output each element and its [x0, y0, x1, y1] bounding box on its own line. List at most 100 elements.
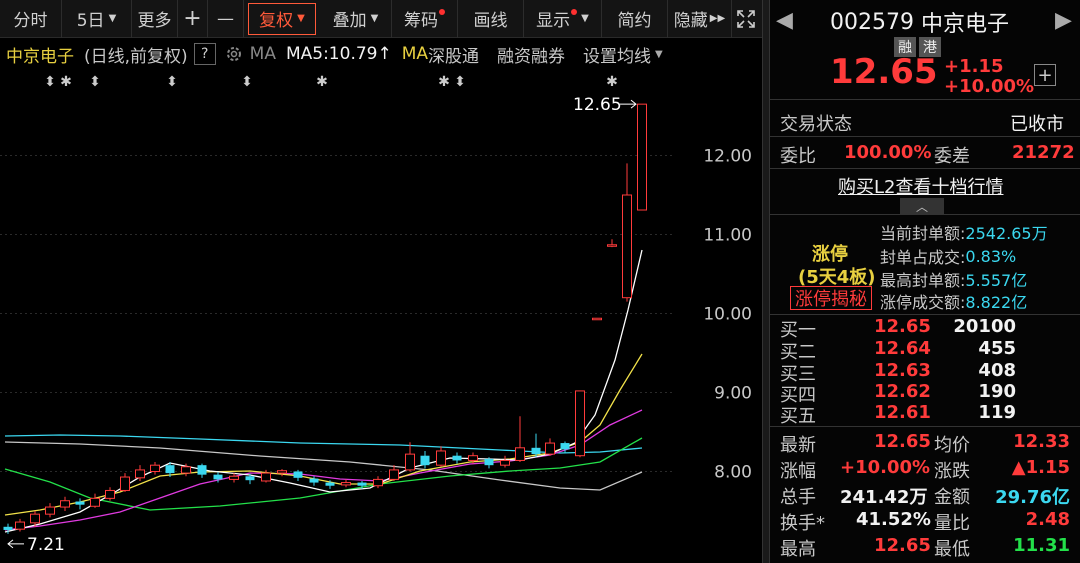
kline-chart[interactable]: ⬍ ✱ ⬍ ⬍ ⬍ ✱ ✱ ⬍ ✱ 12.00 11.00 10.00 9.00 8.00 12.65 7… [0, 70, 762, 563]
candle-body [405, 453, 415, 471]
low-price-label: 7.21 [27, 535, 65, 555]
more-button[interactable]: 更多 [132, 0, 178, 38]
help-button[interactable]: ? [193, 43, 216, 65]
order-diff-value: 21272 [1012, 142, 1075, 163]
candle-body [181, 466, 191, 474]
event-marker-icon: ⬍ [454, 74, 466, 90]
minus-icon: — [217, 8, 234, 29]
overlay-button[interactable]: 叠加 ▼ [320, 0, 392, 38]
stat-value: 12.65 [874, 535, 931, 556]
ma5-line [4, 249, 643, 533]
bid-price: 12.61 [874, 402, 931, 423]
candle-body [293, 471, 303, 478]
chips-label: 筹码 [404, 11, 438, 31]
draw-line-label: 画线 [473, 11, 508, 31]
candle-body [592, 317, 602, 321]
event-marker-icon: ✱ [606, 74, 618, 90]
plus-icon: + [1037, 64, 1053, 86]
limit-line-value: 2542.65万 [965, 224, 1048, 243]
candle-body [261, 472, 271, 482]
divider [770, 168, 1080, 169]
tab-intraday-label: 分时 [13, 11, 48, 31]
ma20-line [4, 409, 643, 531]
chips-button[interactable]: 筹码 [392, 0, 458, 38]
order-ratio-label: 委比 [780, 146, 816, 167]
display-button[interactable]: 显示 ▼ [524, 0, 602, 38]
northbound-label[interactable]: 深股通 [428, 42, 479, 67]
change-value: +1.15 [944, 56, 1004, 77]
limit-line-label: 当前封单额: [880, 224, 966, 243]
add-watchlist-button[interactable]: + [1034, 64, 1056, 86]
zoom-in-button[interactable]: + [178, 0, 208, 38]
limit-up-reveal-button[interactable]: 涨停揭秘 [790, 286, 872, 310]
panel-divider[interactable] [762, 0, 770, 563]
bid-price: 12.63 [874, 360, 931, 381]
bid-volume: 408 [978, 360, 1016, 381]
candle-body [325, 482, 335, 486]
candle-body [420, 455, 430, 466]
candle-body [213, 474, 223, 480]
stock-title: 中京电子 [920, 12, 1009, 37]
limit-line-label: 封单占成交: [880, 248, 966, 267]
tab-intraday[interactable]: 分时 [0, 0, 62, 38]
help-icon: ? [200, 46, 209, 62]
candle-body [135, 469, 145, 479]
hide-button[interactable]: 隐藏 ▶▶ [668, 0, 732, 38]
candle-body [245, 476, 255, 481]
candle-body [60, 500, 70, 508]
quote-panel: ◀ ▶ 002579 中京电子 融 港 12.65 +1.15 +10.00% … [770, 0, 1080, 563]
arrow-right-icon [620, 99, 637, 109]
y-tick-label: 8.00 [714, 463, 752, 483]
divider [770, 214, 1080, 215]
simple-label: 简约 [617, 11, 652, 31]
display-label: 显示 [536, 11, 571, 31]
tab-5day[interactable]: 5日 ▼ [62, 0, 132, 38]
bid-volume: 20100 [953, 316, 1016, 337]
buy-l2-link[interactable]: 购买L2查看十档行情 [838, 173, 1003, 199]
fullscreen-button[interactable] [732, 0, 760, 38]
double-chevron-right-icon: ▶▶ [709, 13, 726, 24]
stock-code: 002579 [830, 9, 914, 35]
restore-rights-button[interactable]: 复权 ▼ [248, 2, 316, 35]
set-ma-button[interactable]: 设置均线 [583, 42, 651, 67]
candle-body [500, 459, 510, 466]
event-marker-icon: ✱ [316, 74, 328, 90]
event-marker-icon: ⬍ [241, 74, 253, 90]
stat-label: 均价 [934, 435, 970, 456]
candle-body [30, 513, 40, 524]
event-marker-icon: ✱ [60, 74, 72, 90]
draw-line-button[interactable]: 画线 [458, 0, 524, 38]
simple-button[interactable]: 简约 [602, 0, 668, 38]
stat-value: +10.00% [840, 457, 931, 478]
y-tick-label: 9.00 [714, 384, 752, 404]
bid-volume: 455 [978, 338, 1016, 359]
zoom-out-button[interactable]: — [208, 0, 244, 38]
tab-5day-label: 5日 [76, 11, 105, 31]
next-stock-button[interactable]: ▶ [1055, 8, 1072, 33]
candle-body [436, 450, 446, 466]
limit-line-label: 涨停成交额: [880, 293, 966, 312]
stat-label: 换手* [780, 513, 825, 534]
candle-body [105, 489, 115, 499]
candle-body [197, 465, 207, 475]
candle-body [531, 447, 541, 455]
candle-body [575, 390, 585, 457]
margin-trading-label[interactable]: 融资融券 [497, 42, 565, 67]
order-diff-label: 委差 [934, 146, 970, 167]
caret-down-icon: ▼ [297, 13, 305, 24]
candle-body [90, 497, 100, 507]
event-marker-icon: ✱ [438, 74, 450, 90]
stat-value: 2.48 [1025, 509, 1070, 530]
stat-label: 最高 [780, 539, 816, 560]
candle-body [545, 442, 555, 455]
candle-body [75, 501, 85, 505]
candle-body [341, 482, 351, 486]
gear-icon[interactable] [224, 44, 244, 64]
stock-code-name: 002579 中京电子 [830, 6, 1009, 38]
candle-body [607, 244, 617, 247]
collapse-button[interactable]: ︿ [900, 198, 944, 214]
prev-stock-button[interactable]: ◀ [776, 8, 793, 33]
candle-body [637, 103, 647, 211]
limit-line: 当前封单额: 2542.65万 [880, 220, 1048, 244]
stock-name: 中京电子 [6, 46, 74, 67]
